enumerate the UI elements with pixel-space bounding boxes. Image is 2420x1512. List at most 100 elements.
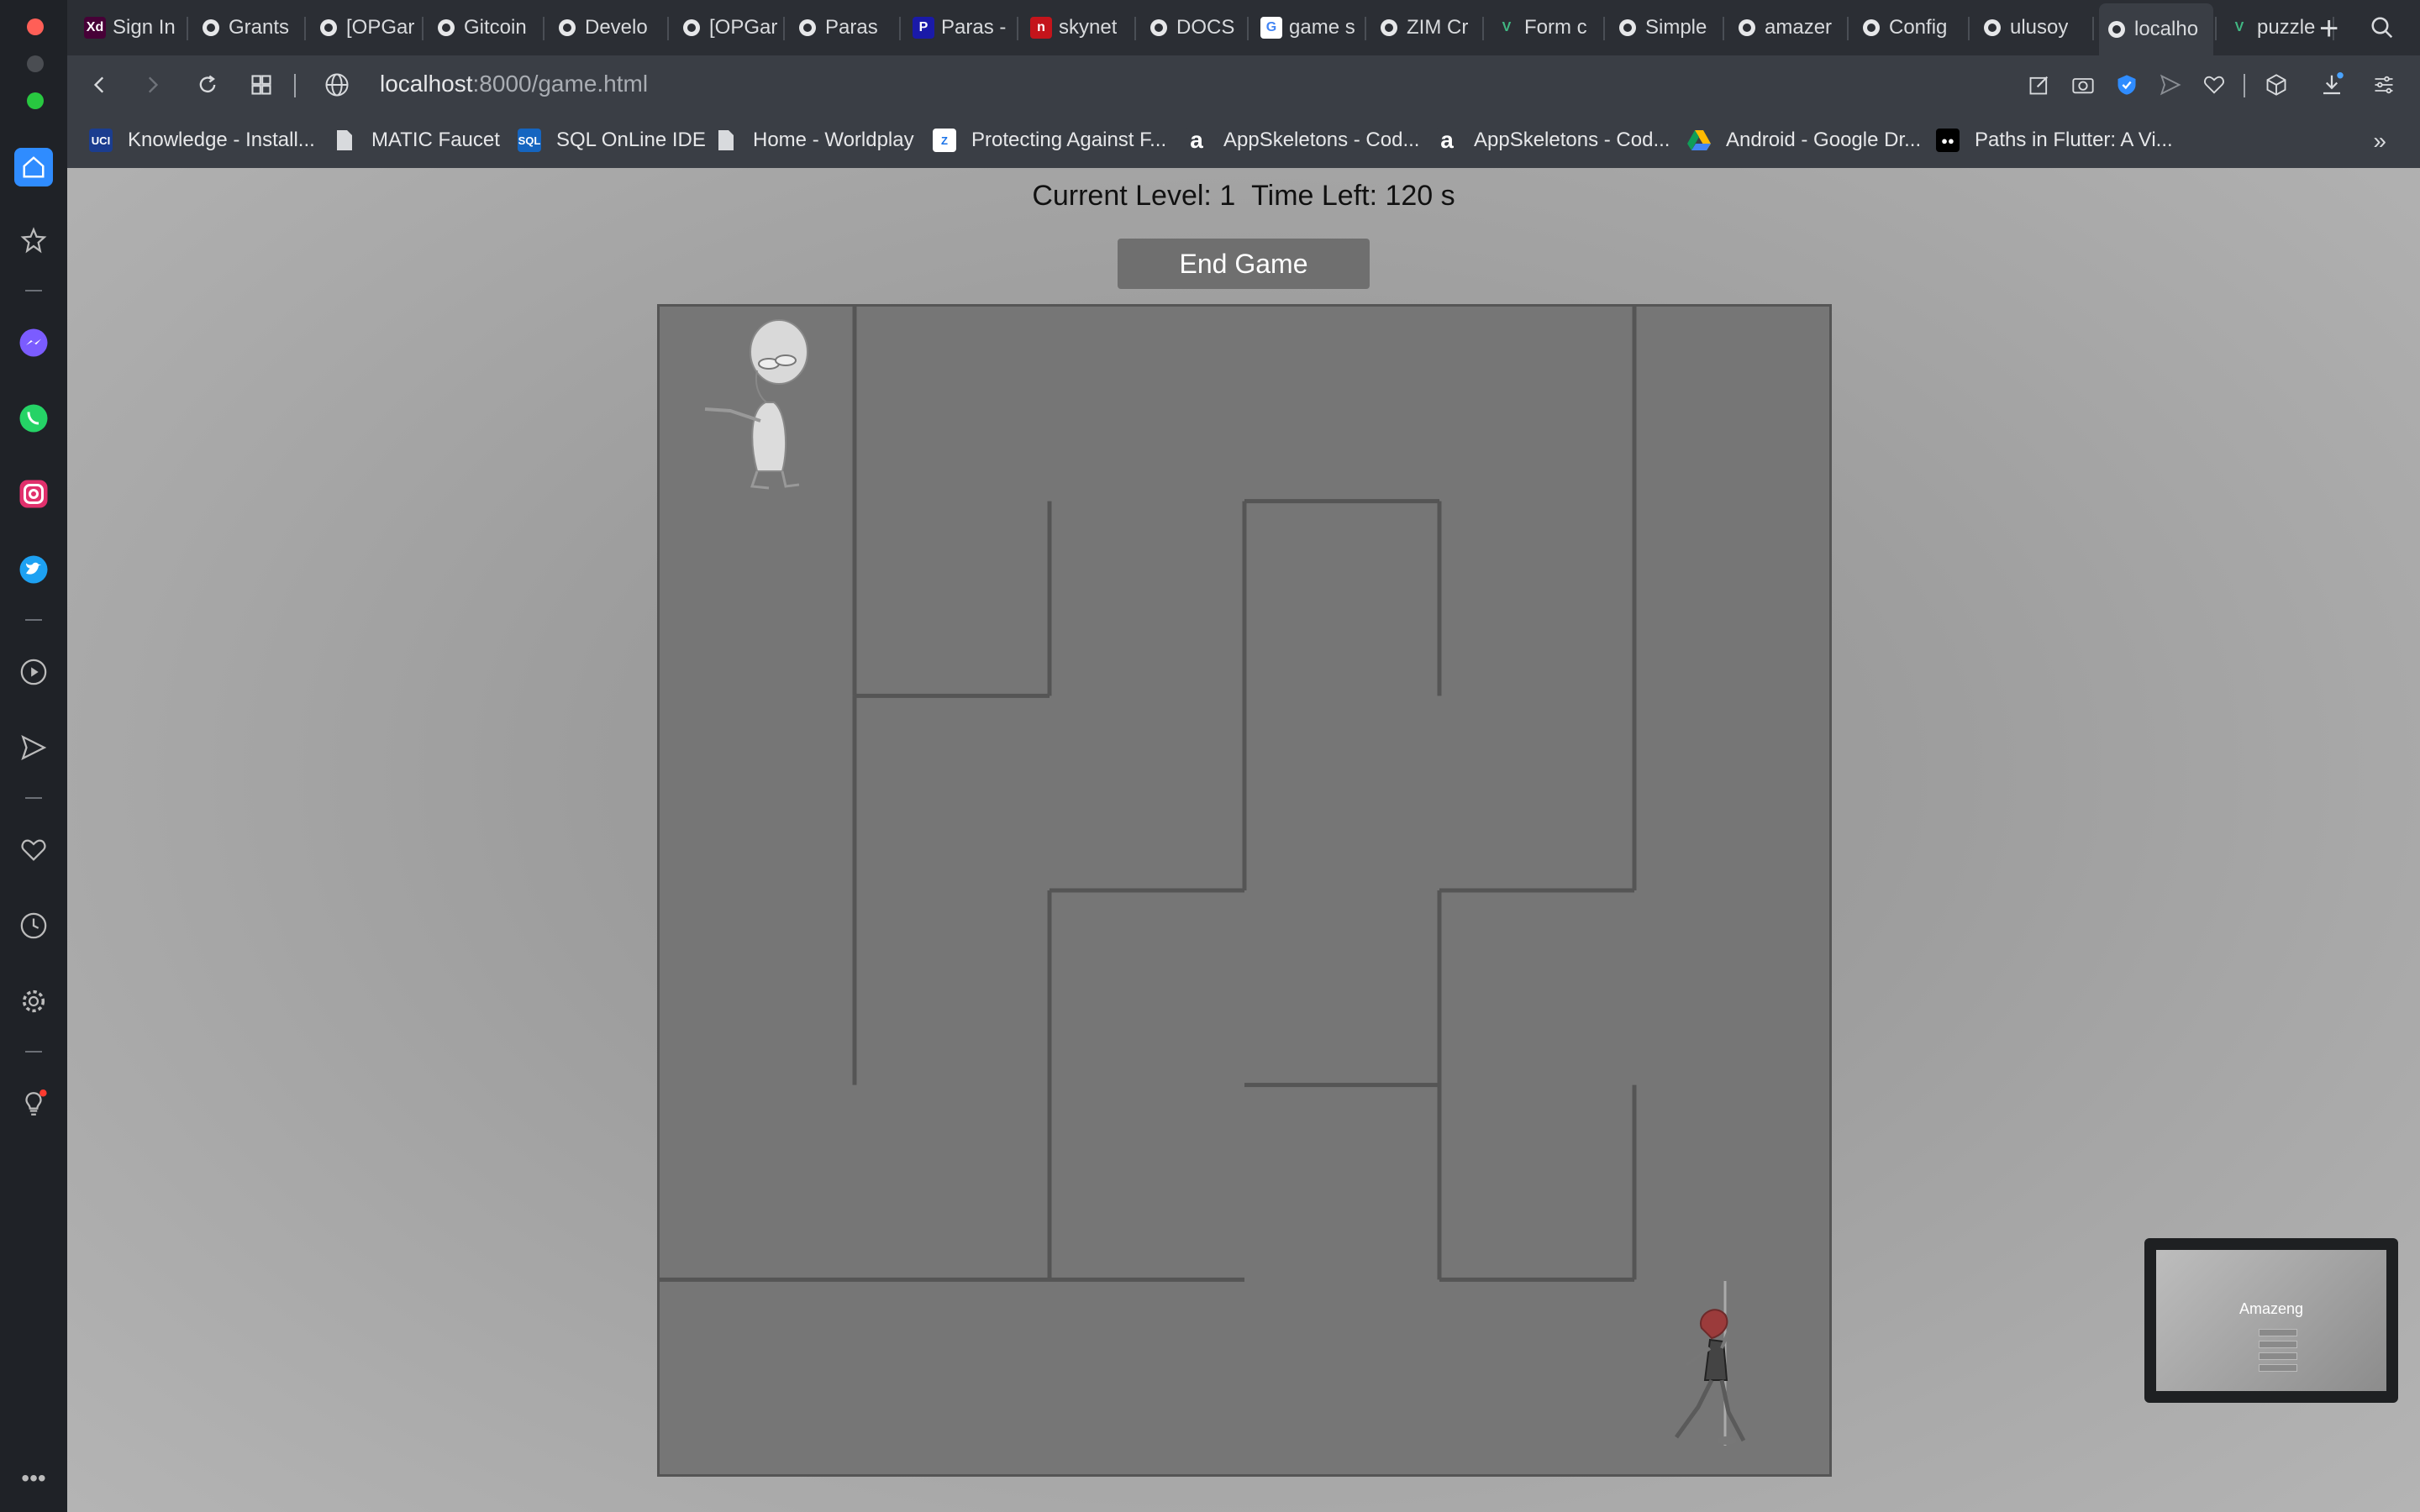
- picture-in-picture-thumbnail[interactable]: Amazeng: [2144, 1238, 2398, 1403]
- bookmark-label: Knowledge - Install...: [128, 129, 315, 151]
- maximize-window-icon[interactable]: [27, 92, 44, 109]
- whatsapp-icon[interactable]: [17, 402, 50, 435]
- github-icon: [556, 17, 578, 39]
- tab-label: Form c: [1524, 16, 1587, 39]
- bookmarks-overflow-icon[interactable]: »: [2373, 128, 2386, 155]
- bookmark-5[interactable]: a AppSkeletons - Cod...: [1185, 126, 1419, 155]
- page-icon: [333, 129, 356, 152]
- tab-16[interactable]: ulusoy: [1975, 8, 2091, 47]
- tab-separator: [899, 17, 901, 40]
- reload-icon[interactable]: [193, 71, 222, 99]
- tab-18[interactable]: Vpuzzle: [2222, 8, 2331, 47]
- tab-label: [OPGar: [709, 16, 778, 39]
- toolbar-divider: [294, 74, 296, 97]
- thumbnail-menu-button: [2259, 1341, 2297, 1348]
- tab-separator: [422, 17, 424, 40]
- send-icon[interactable]: [17, 731, 50, 764]
- tab-separator: [667, 17, 669, 40]
- bookmark-label: Home - Worldplay: [753, 129, 914, 151]
- browser-sidebar: •••: [0, 0, 67, 1512]
- lightbulb-icon[interactable]: [17, 1087, 50, 1121]
- shield-icon[interactable]: [2112, 71, 2141, 99]
- bookmark-8[interactable]: ●● Paths in Flutter: A Vi...: [1936, 126, 2173, 155]
- maze-board[interactable]: [657, 304, 1832, 1477]
- tab-label: Config: [1889, 16, 1948, 39]
- tab-5[interactable]: [OPGar: [674, 8, 781, 47]
- url-field[interactable]: localhost:8000/game.html: [380, 71, 648, 97]
- new-tab-plus-icon[interactable]: +: [2319, 10, 2338, 48]
- site-info-globe-icon[interactable]: [323, 71, 351, 99]
- tab-9[interactable]: DOCS: [1141, 8, 1245, 47]
- back-icon[interactable]: [86, 71, 114, 99]
- bookmark-0[interactable]: UCI Knowledge - Install...: [89, 126, 315, 155]
- thumbnail-menu-button: [2259, 1364, 2297, 1372]
- tab-10[interactable]: Ggame s: [1254, 8, 1363, 47]
- home-icon[interactable]: [14, 148, 53, 186]
- bookmark-4[interactable]: Z Protecting Against F...: [933, 126, 1166, 155]
- appskeletons-icon: a: [1185, 127, 1208, 153]
- codepen-icon: [1617, 17, 1639, 39]
- tab-17[interactable]: localho: [2099, 3, 2213, 55]
- history-icon[interactable]: [17, 909, 50, 942]
- tab-label: ZIM Cr: [1407, 16, 1469, 39]
- easy-setup-sliders-icon[interactable]: [2370, 71, 2398, 99]
- tab-label: [OPGar: [346, 16, 415, 39]
- current-level: Current Level: 1: [1032, 180, 1236, 212]
- bookmark-2[interactable]: SQL SQL OnLine IDE: [518, 126, 706, 155]
- thumbnail-title: Amazeng: [2238, 1300, 2304, 1317]
- tab-0[interactable]: Xd Sign In: [77, 8, 185, 47]
- messenger-icon[interactable]: [17, 326, 50, 360]
- docs-icon: [1148, 17, 1170, 39]
- tab-separator: [1847, 17, 1849, 40]
- cube-extensions-icon[interactable]: [2262, 71, 2291, 99]
- send-icon[interactable]: [2156, 71, 2185, 99]
- tab-8[interactable]: n skynet: [1023, 8, 1133, 47]
- bookmark-1[interactable]: MATIC Faucet: [333, 126, 500, 155]
- speed-dial-icon[interactable]: [17, 223, 50, 257]
- bookmark-3[interactable]: Home - Worldplay: [714, 126, 914, 155]
- tab-label: localho: [2134, 18, 2199, 40]
- game-page: Current Level: 1 Time Left: 120 s End Ga…: [67, 168, 2420, 1512]
- edit-icon[interactable]: [2025, 71, 2054, 99]
- tab-11[interactable]: ZIM Cr: [1371, 8, 1481, 47]
- bookmark-label: MATIC Faucet: [371, 129, 500, 151]
- forward-icon[interactable]: [138, 71, 166, 99]
- close-window-icon[interactable]: [27, 18, 44, 35]
- tab-separator: [1968, 17, 1970, 40]
- sidebar-divider: [25, 290, 42, 291]
- player-icon[interactable]: [17, 655, 50, 689]
- tab-6[interactable]: Paras: [790, 8, 897, 47]
- settings-gear-icon[interactable]: [17, 984, 50, 1018]
- tab-separator: [304, 17, 306, 40]
- bookmark-label: SQL OnLine IDE: [556, 129, 706, 151]
- twitter-icon[interactable]: [17, 553, 50, 586]
- thumbnail-screen: Amazeng: [2156, 1250, 2386, 1391]
- tab-2[interactable]: [OPGar: [311, 8, 420, 47]
- codepen-icon: [1378, 17, 1400, 39]
- minimize-window-icon[interactable]: [27, 55, 44, 72]
- tab-7[interactable]: P Paras -: [906, 8, 1015, 47]
- download-icon[interactable]: [2317, 71, 2346, 99]
- end-game-button[interactable]: End Game: [1118, 239, 1370, 289]
- more-dots-icon[interactable]: •••: [17, 1462, 50, 1495]
- heart-icon[interactable]: [17, 833, 50, 867]
- instagram-icon[interactable]: [17, 477, 50, 511]
- tab-search-icon[interactable]: [2370, 15, 2395, 45]
- tab-13[interactable]: Simple: [1610, 8, 1721, 47]
- tab-separator: [1482, 17, 1484, 40]
- tab-3[interactable]: Gitcoin: [429, 8, 541, 47]
- tab-15[interactable]: Config: [1854, 8, 1966, 47]
- heart-icon[interactable]: [2200, 71, 2228, 99]
- sidebar-divider: [25, 797, 42, 799]
- tab-separator: [2215, 17, 2217, 40]
- tab-label: skynet: [1059, 16, 1118, 39]
- tab-1[interactable]: Grants: [193, 8, 302, 47]
- camera-icon[interactable]: [2069, 71, 2097, 99]
- tab-12[interactable]: V Form c: [1489, 8, 1602, 47]
- thumbnail-menu-button: [2259, 1352, 2297, 1360]
- tab-tiling-icon[interactable]: [247, 71, 276, 99]
- tab-14[interactable]: amazer: [1729, 8, 1845, 47]
- bookmark-6[interactable]: a AppSkeletons - Cod...: [1435, 126, 1670, 155]
- bookmark-7[interactable]: Android - Google Dr...: [1687, 126, 1921, 155]
- tab-4[interactable]: Develo: [550, 8, 666, 47]
